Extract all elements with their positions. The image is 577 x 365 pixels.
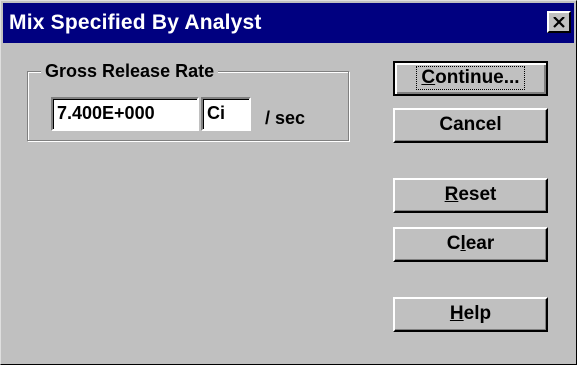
group-legend: Gross Release Rate [41,60,219,82]
window-title: Mix Specified By Analyst [9,11,262,34]
close-icon [553,16,565,28]
per-second-label: / sec [265,108,306,128]
release-rate-input[interactable]: 7.400E+000 [51,97,199,131]
help-button[interactable]: Help [393,297,548,332]
title-bar[interactable]: Mix Specified By Analyst [3,3,574,43]
unit-input[interactable]: Ci [201,97,251,131]
reset-button[interactable]: Reset [393,178,548,213]
cancel-button[interactable]: Cancel [393,108,548,143]
close-button[interactable] [547,11,571,33]
clear-button[interactable]: Clear [393,227,548,262]
dialog-window: Mix Specified By Analyst Gross Release R… [0,0,577,365]
continue-button[interactable]: Continue... [393,61,548,96]
